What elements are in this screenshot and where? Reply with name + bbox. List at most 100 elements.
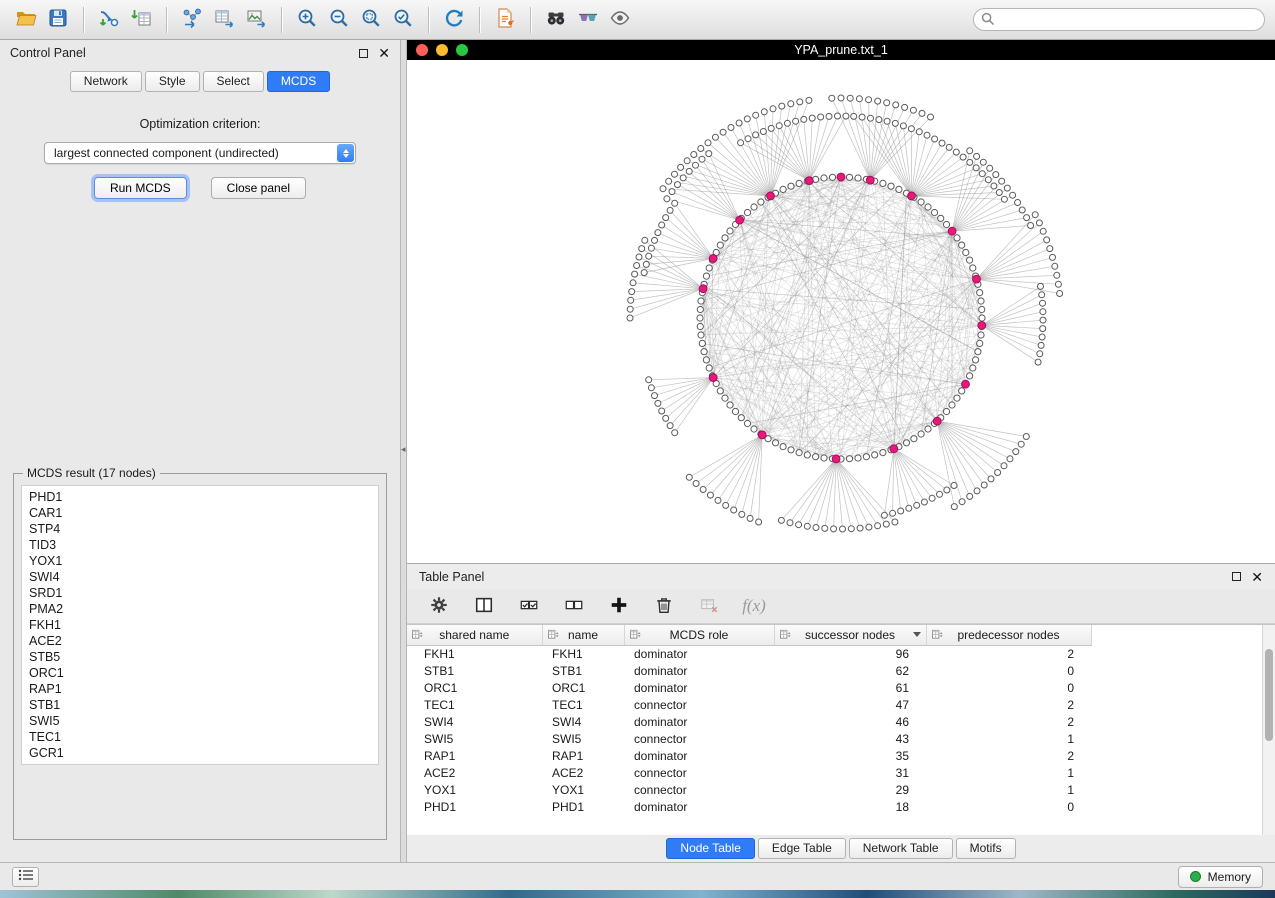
table-cell[interactable]: 62 <box>774 662 926 679</box>
table-cell[interactable]: dominator <box>624 747 774 764</box>
column-header-name[interactable]: name <box>542 625 624 645</box>
table-cell[interactable]: RAP1 <box>407 747 542 764</box>
table-cell[interactable]: STB1 <box>542 662 624 679</box>
mcds-result-item[interactable]: STB5 <box>22 649 378 665</box>
table-row[interactable]: RAP1RAP1dominator352 <box>407 747 1262 764</box>
table-cell[interactable]: RAP1 <box>542 747 624 764</box>
table-cell[interactable]: dominator <box>624 798 774 815</box>
unselect-all-button[interactable] <box>562 594 586 618</box>
table-cell[interactable]: SWI4 <box>407 713 542 730</box>
table-row[interactable]: FKH1FKH1dominator962 <box>407 645 1262 662</box>
table-cell[interactable]: dominator <box>624 679 774 696</box>
tab-edge-table[interactable]: Edge Table <box>758 838 846 859</box>
mcds-result-item[interactable]: RAP1 <box>22 681 378 697</box>
mcds-result-item[interactable]: SRD1 <box>22 585 378 601</box>
memory-button[interactable]: Memory <box>1178 866 1263 888</box>
table-cell[interactable]: connector <box>624 730 774 747</box>
tab-mcds[interactable]: MCDS <box>267 71 330 92</box>
tab-style[interactable]: Style <box>145 71 200 92</box>
table-cell[interactable]: ACE2 <box>542 764 624 781</box>
filter-glasses-button[interactable] <box>572 5 604 35</box>
table-row[interactable]: STB1STB1dominator620 <box>407 662 1262 679</box>
table-cell[interactable]: connector <box>624 781 774 798</box>
float-panel-icon[interactable] <box>359 49 368 58</box>
criterion-select[interactable]: largest connected component (undirected) <box>44 142 356 164</box>
import-network-button[interactable] <box>93 5 125 35</box>
column-header-successor-nodes[interactable]: successor nodes <box>774 625 926 645</box>
run-mcds-button[interactable]: Run MCDS <box>94 177 187 199</box>
mcds-result-item[interactable]: PHD1 <box>22 489 378 505</box>
tab-node-table[interactable]: Node Table <box>666 838 755 859</box>
tab-select[interactable]: Select <box>203 71 264 92</box>
search-network-button[interactable] <box>540 5 572 35</box>
mcds-result-item[interactable]: YOX1 <box>22 553 378 569</box>
table-cell[interactable]: 1 <box>926 764 1091 781</box>
tab-network-table[interactable]: Network Table <box>849 838 953 859</box>
minimize-window-icon[interactable] <box>436 44 448 56</box>
table-row[interactable]: PHD1PHD1dominator180 <box>407 798 1262 815</box>
float-table-panel-icon[interactable] <box>1232 572 1241 581</box>
mcds-result-item[interactable]: FKH1 <box>22 617 378 633</box>
table-scrollbar-thumb[interactable] <box>1265 649 1273 741</box>
select-all-button[interactable] <box>517 594 541 618</box>
table-cell[interactable]: 0 <box>926 798 1091 815</box>
column-view-button[interactable] <box>472 594 496 618</box>
tab-network[interactable]: Network <box>70 71 142 92</box>
table-row[interactable]: TEC1TEC1connector472 <box>407 696 1262 713</box>
table-cell[interactable]: 2 <box>926 747 1091 764</box>
column-header-shared-name[interactable]: shared name <box>407 625 542 645</box>
column-header-predecessor-nodes[interactable]: predecessor nodes <box>926 625 1091 645</box>
mcds-result-item[interactable]: CAR1 <box>22 505 378 521</box>
table-cell[interactable]: 46 <box>774 713 926 730</box>
table-cell[interactable]: 35 <box>774 747 926 764</box>
mcds-result-item[interactable]: STB1 <box>22 697 378 713</box>
table-cell[interactable]: connector <box>624 696 774 713</box>
table-cell[interactable]: YOX1 <box>407 781 542 798</box>
network-graph[interactable] <box>407 60 1275 563</box>
table-cell[interactable]: connector <box>624 764 774 781</box>
mcds-result-item[interactable]: TID3 <box>22 537 378 553</box>
table-row[interactable]: SWI5SWI5connector431 <box>407 730 1262 747</box>
show-hide-button[interactable] <box>604 5 636 35</box>
table-scrollbar[interactable] <box>1262 625 1275 835</box>
table-cell[interactable]: dominator <box>624 662 774 679</box>
table-cell[interactable]: ORC1 <box>542 679 624 696</box>
table-cell[interactable]: SWI5 <box>407 730 542 747</box>
close-table-panel-icon[interactable]: ✕ <box>1251 572 1263 582</box>
table-cell[interactable]: 2 <box>926 645 1091 662</box>
zoom-out-button[interactable] <box>323 5 355 35</box>
table-cell[interactable]: YOX1 <box>542 781 624 798</box>
open-file-button[interactable] <box>10 5 42 35</box>
mcds-result-item[interactable]: ACE2 <box>22 633 378 649</box>
table-cell[interactable]: dominator <box>624 713 774 730</box>
table-cell[interactable]: FKH1 <box>542 645 624 662</box>
table-cell[interactable]: TEC1 <box>542 696 624 713</box>
table-cell[interactable]: STB1 <box>407 662 542 679</box>
table-cell[interactable]: 0 <box>926 662 1091 679</box>
save-session-button[interactable] <box>42 5 74 35</box>
export-image-button[interactable] <box>240 5 272 35</box>
table-cell[interactable]: TEC1 <box>407 696 542 713</box>
table-cell[interactable]: ACE2 <box>407 764 542 781</box>
table-cell[interactable]: dominator <box>624 645 774 662</box>
delete-row-button[interactable] <box>652 594 676 618</box>
table-row[interactable]: ACE2ACE2connector311 <box>407 764 1262 781</box>
table-cell[interactable]: SWI5 <box>542 730 624 747</box>
table-cell[interactable]: 0 <box>926 679 1091 696</box>
mcds-result-item[interactable]: ORC1 <box>22 665 378 681</box>
table-cell[interactable]: 31 <box>774 764 926 781</box>
table-row[interactable]: YOX1YOX1connector291 <box>407 781 1262 798</box>
search-input[interactable] <box>973 8 1265 31</box>
table-row[interactable]: ORC1ORC1dominator610 <box>407 679 1262 696</box>
mcds-result-item[interactable]: STP4 <box>22 521 378 537</box>
table-cell[interactable]: PHD1 <box>542 798 624 815</box>
export-document-button[interactable] <box>489 5 521 35</box>
maximize-window-icon[interactable] <box>456 44 468 56</box>
close-panel-icon[interactable]: ✕ <box>378 48 390 58</box>
table-cell[interactable]: 2 <box>926 713 1091 730</box>
zoom-fit-button[interactable] <box>355 5 387 35</box>
close-panel-button[interactable]: Close panel <box>211 177 306 199</box>
table-cell[interactable]: 1 <box>926 781 1091 798</box>
export-table-button[interactable] <box>208 5 240 35</box>
status-menu-button[interactable] <box>12 867 39 887</box>
